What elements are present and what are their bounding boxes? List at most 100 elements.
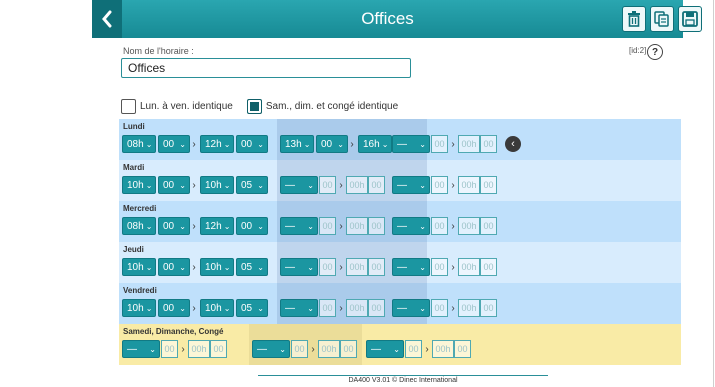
start-hour-select[interactable]: — ⌄ [392,176,430,194]
end-minute-select[interactable]: 00 ⌄ [236,135,268,153]
end-minute-select[interactable]: 05 ⌄ [236,258,268,276]
start-hour-select[interactable]: — ⌄ [280,258,318,276]
start-minute-select-value: 00 [321,138,333,150]
end-hour-select[interactable]: 10h ⌄ [200,258,234,276]
save-button[interactable] [678,6,702,32]
end-minute-field[interactable]: 00 [480,217,497,235]
end-hour-select[interactable]: 10h ⌄ [200,299,234,317]
start-minute-field[interactable]: 00 [319,176,336,194]
end-hour-field[interactable]: 00h [458,217,480,235]
start-minute-field[interactable]: 00 [431,135,448,153]
range-arrow-icon: › [181,343,185,355]
end-hour-select[interactable]: 10h ⌄ [200,176,234,194]
start-hour-select[interactable]: — ⌄ [392,258,430,276]
start-minute-select[interactable]: 00 ⌄ [316,135,348,153]
start-minute-select-value: 00 [163,302,175,314]
start-minute-select-value: 00 [163,220,175,232]
end-minute-field[interactable]: 00 [368,258,385,276]
chevron-down-icon: ⌄ [419,139,426,149]
chevron-down-icon: ⌄ [223,262,231,272]
end-hour-select[interactable]: 12h ⌄ [200,135,234,153]
end-hour-select[interactable]: 12h ⌄ [200,217,234,235]
start-minute-field[interactable]: 00 [405,340,422,358]
start-hour-select[interactable]: — ⌄ [392,217,430,235]
start-minute-select-value: 00 [163,138,175,150]
end-minute-field[interactable]: 00 [480,176,497,194]
end-hour-field[interactable]: 00h [188,340,210,358]
start-minute-select[interactable]: 00 ⌄ [158,217,190,235]
chevron-down-icon: ⌄ [419,180,426,190]
start-minute-field[interactable]: 00 [431,299,448,317]
back-button[interactable] [92,0,122,38]
weekdays-identical-checkbox[interactable] [121,98,136,114]
end-hour-select[interactable]: 16h ⌄ [358,135,392,153]
end-minute-field[interactable]: 00 [368,299,385,317]
end-minute-select[interactable]: 05 ⌄ [236,299,268,317]
start-hour-select[interactable]: 13h ⌄ [280,135,314,153]
end-minute-select[interactable]: 00 ⌄ [236,217,268,235]
end-hour-field[interactable]: 00h [458,299,480,317]
start-minute-field[interactable]: 00 [431,176,448,194]
delete-button[interactable] [622,6,646,32]
start-minute-select[interactable]: 00 ⌄ [158,258,190,276]
start-hour-select[interactable]: — ⌄ [392,299,430,317]
end-minute-field[interactable]: 00 [368,176,385,194]
start-hour-select[interactable]: — ⌄ [392,135,430,153]
day-label: Samedi, Dimanche, Congé [123,327,224,336]
end-hour-select-value: 16h [363,138,380,150]
start-minute-field[interactable]: 00 [431,258,448,276]
end-hour-field[interactable]: 00h [432,340,454,358]
day-row: Mardi 10h ⌄ 00 ⌄ › 10h ⌄ 05 ⌄ — ⌄ 00 › 00h 00— ⌄ 00 › 00h 00 [119,160,681,201]
end-hour-field[interactable]: 00h [346,176,368,194]
end-hour-field[interactable]: 00h [346,258,368,276]
footer-divider [258,375,548,376]
end-hour-select-value: 10h [205,302,222,314]
start-minute-select[interactable]: 00 ⌄ [158,135,190,153]
start-hour-select[interactable]: — ⌄ [280,299,318,317]
start-hour-select[interactable]: — ⌄ [280,217,318,235]
chevron-down-icon: ⌄ [257,221,264,231]
chevron-down-icon: ⌄ [279,344,286,354]
start-hour-select[interactable]: — ⌄ [252,340,290,358]
start-minute-field[interactable]: 00 [431,217,448,235]
start-hour-select[interactable]: — ⌄ [366,340,404,358]
copy-button[interactable] [650,6,674,32]
end-hour-field[interactable]: 00h [346,299,368,317]
end-minute-field[interactable]: 00 [368,217,385,235]
end-hour-field[interactable]: 00h [458,176,480,194]
end-minute-select[interactable]: 05 ⌄ [236,176,268,194]
end-hour-field[interactable]: 00h [346,217,368,235]
end-minute-field[interactable]: 00 [210,340,227,358]
start-hour-select[interactable]: — ⌄ [122,340,160,358]
start-minute-field[interactable]: 00 [319,217,336,235]
remove-range-button[interactable]: ‹ [505,136,521,152]
start-minute-field[interactable]: 00 [319,258,336,276]
day-label: Mercredi [123,204,157,213]
start-hour-select[interactable]: 10h ⌄ [122,258,156,276]
start-minute-field[interactable]: 00 [319,299,336,317]
id-label: [id:2] [629,46,647,55]
schedule-name-input[interactable] [121,58,411,78]
scrollbar-track[interactable] [713,0,714,387]
start-hour-select[interactable]: 10h ⌄ [122,299,156,317]
end-hour-field[interactable]: 00h [318,340,340,358]
end-hour-field[interactable]: 00h [458,135,480,153]
start-minute-field[interactable]: 00 [161,340,178,358]
end-minute-field[interactable]: 00 [480,135,497,153]
start-hour-select[interactable]: 10h ⌄ [122,176,156,194]
help-icon[interactable]: ? [647,44,663,60]
start-hour-select-value: — [397,220,407,232]
start-minute-select[interactable]: 00 ⌄ [158,299,190,317]
end-minute-field[interactable]: 00 [340,340,357,358]
start-minute-select[interactable]: 00 ⌄ [158,176,190,194]
start-minute-field[interactable]: 00 [291,340,308,358]
end-minute-field[interactable]: 00 [480,258,497,276]
weekend-identical-checkbox[interactable] [246,98,262,114]
start-hour-select[interactable]: 08h ⌄ [122,135,156,153]
end-hour-field[interactable]: 00h [458,258,480,276]
end-minute-field[interactable]: 00 [454,340,471,358]
end-minute-field[interactable]: 00 [480,299,497,317]
start-hour-select[interactable]: 08h ⌄ [122,217,156,235]
chevron-down-icon: ⌄ [337,139,344,149]
start-hour-select[interactable]: — ⌄ [280,176,318,194]
